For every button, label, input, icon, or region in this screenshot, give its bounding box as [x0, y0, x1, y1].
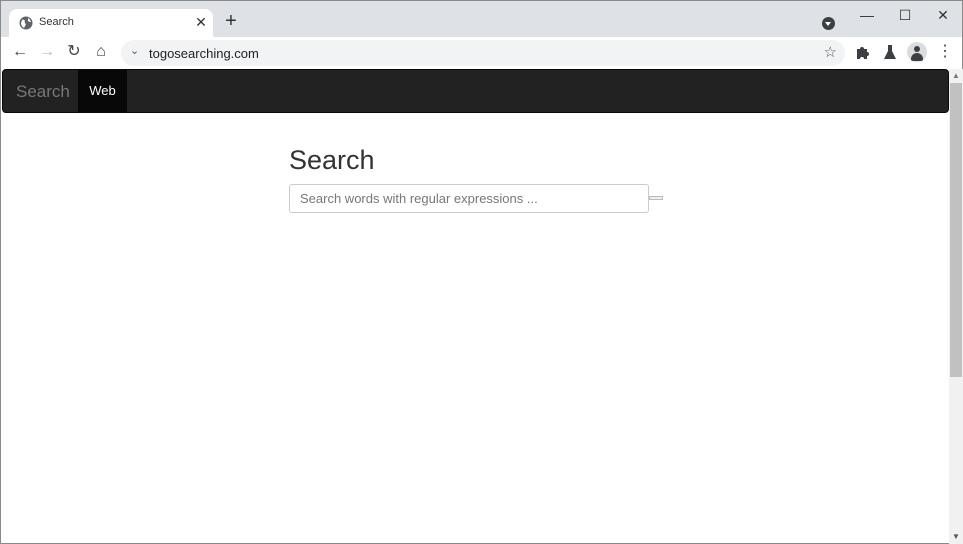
back-button[interactable]: ←: [9, 41, 31, 63]
search-input[interactable]: [289, 184, 649, 213]
globe-icon: [19, 16, 33, 30]
site-navbar: Search Web: [2, 69, 949, 113]
forward-button[interactable]: →: [36, 41, 58, 63]
tab-search-icon[interactable]: [822, 17, 835, 30]
tab-search[interactable]: Search ✕: [9, 9, 213, 37]
extensions-puzzle-icon[interactable]: [853, 42, 873, 62]
bookmark-star-icon[interactable]: ☆: [824, 43, 837, 61]
navbar-brand[interactable]: Search: [16, 82, 70, 102]
tab-title: Search: [39, 16, 74, 28]
maximize-button[interactable]: ☐: [890, 5, 920, 25]
site-info-chevron-icon[interactable]: ⌄: [130, 44, 139, 57]
page-title: Search: [289, 145, 375, 175]
profile-avatar-icon[interactable]: [907, 42, 927, 62]
browser-window: Search ✕ + — ☐ ✕ ← → ↻ ⌂ ⌄ togosearching…: [0, 0, 963, 544]
search-submit-button[interactable]: [649, 196, 663, 200]
scroll-thumb[interactable]: [950, 83, 962, 377]
address-bar[interactable]: ⌄ togosearching.com ☆: [121, 40, 845, 66]
scroll-down-arrow-icon[interactable]: ▼: [949, 530, 963, 544]
browser-toolbar: ← → ↻ ⌂ ⌄ togosearching.com ☆ ⋮: [1, 37, 962, 68]
nav-item-web[interactable]: Web: [78, 70, 127, 112]
scroll-up-arrow-icon[interactable]: ▲: [949, 69, 963, 83]
minimize-button[interactable]: —: [852, 5, 882, 25]
labs-flask-icon[interactable]: [880, 42, 900, 62]
url-text[interactable]: togosearching.com: [149, 46, 259, 61]
reload-button[interactable]: ↻: [63, 41, 85, 63]
new-tab-button[interactable]: +: [221, 11, 241, 32]
menu-icon[interactable]: ⋮: [935, 42, 955, 62]
page-scrollbar[interactable]: ▲ ▼: [949, 69, 963, 544]
tab-strip: Search ✕ + — ☐ ✕: [1, 1, 962, 37]
close-window-button[interactable]: ✕: [928, 5, 958, 25]
home-button[interactable]: ⌂: [90, 41, 112, 63]
tab-close-icon[interactable]: ✕: [193, 13, 209, 31]
